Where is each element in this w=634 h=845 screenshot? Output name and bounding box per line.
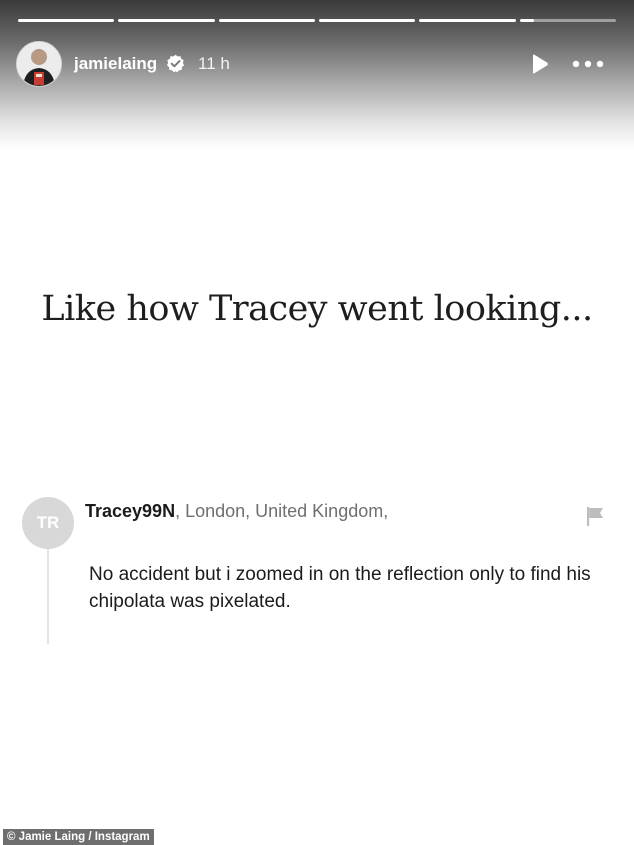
- comment-location: , London, United Kingdom,: [175, 501, 389, 521]
- story-progress-fill: [218, 19, 315, 22]
- story-progress-segment: [18, 19, 115, 22]
- comment-thread-line: [47, 549, 49, 644]
- photo-credit: © Jamie Laing / Instagram: [3, 829, 154, 845]
- flag-icon: [585, 506, 605, 526]
- comment-meta: Tracey99N, London, United Kingdom,: [85, 500, 388, 522]
- profile-avatar[interactable]: [16, 41, 62, 87]
- more-options-icon[interactable]: [571, 53, 605, 75]
- story-progress-segment: [419, 19, 516, 22]
- comment-screenshot: TR Tracey99N, London, United Kingdom, No…: [0, 478, 634, 668]
- story-timestamp: 11 h: [198, 54, 230, 73]
- story-headline: Like how Tracey went looking...: [41, 289, 593, 329]
- story-progress-segment: [318, 19, 416, 22]
- story-progress-segment: [118, 19, 215, 22]
- comment-avatar: TR: [22, 497, 74, 549]
- story-progress-bars: [18, 19, 616, 22]
- story-progress-fill: [318, 19, 416, 22]
- story-username[interactable]: jamielaing: [74, 53, 157, 75]
- instagram-story[interactable]: jamielaing 11 h Like how Tracey went loo…: [0, 0, 634, 845]
- comment-username: Tracey99N: [85, 501, 176, 521]
- play-icon[interactable]: [528, 53, 550, 75]
- story-header: jamielaing 11 h: [16, 41, 616, 87]
- verified-badge-icon: [166, 54, 185, 73]
- story-progress-fill: [419, 19, 516, 22]
- story-progress-segment: [519, 19, 616, 22]
- story-progress-fill: [18, 19, 115, 22]
- story-progress-fill: [519, 19, 535, 22]
- story-progress-fill: [118, 19, 215, 22]
- story-progress-segment: [218, 19, 315, 22]
- comment-text: No accident but i zoomed in on the refle…: [89, 564, 591, 612]
